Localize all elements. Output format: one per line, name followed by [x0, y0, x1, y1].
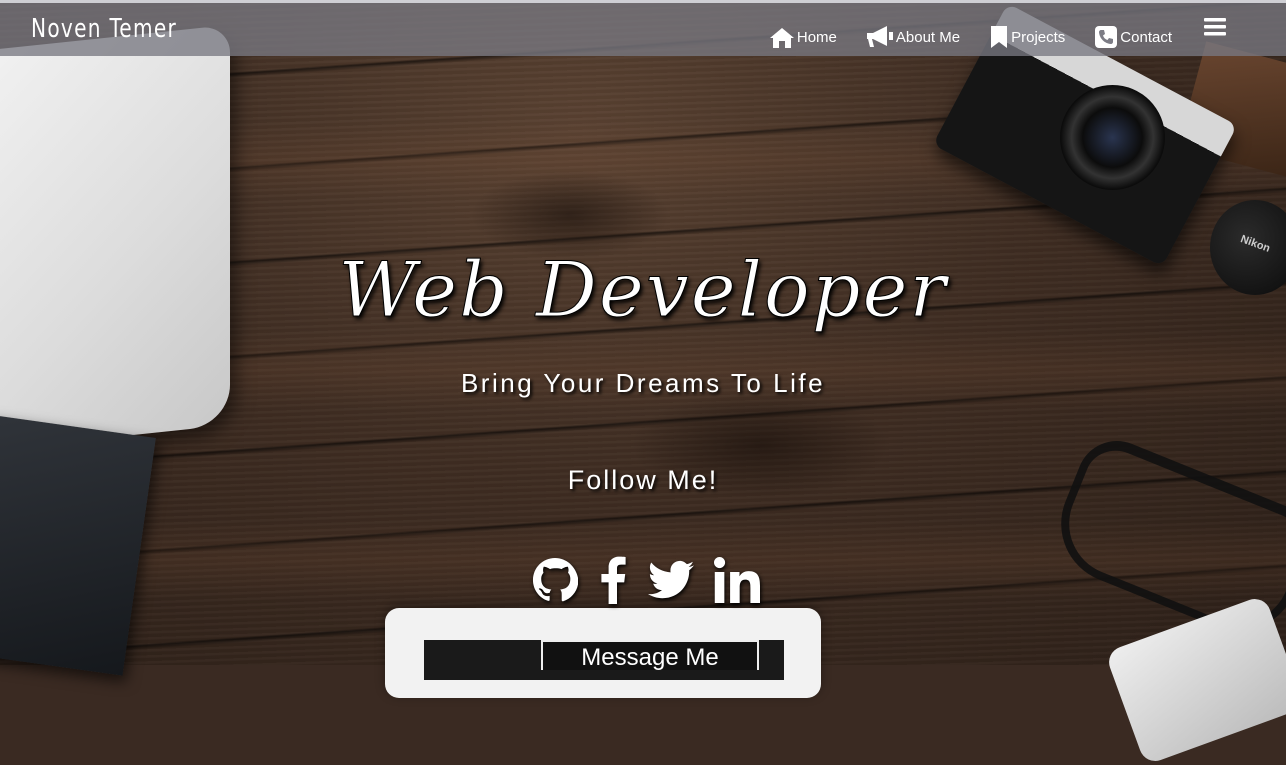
hamburger-menu-icon	[1204, 18, 1226, 36]
nav-item-about[interactable]: About Me	[866, 12, 961, 48]
hamburger-menu-button[interactable]	[1204, 17, 1226, 42]
nav-item-contact[interactable]: Contact	[1095, 12, 1172, 48]
nav-item-home-label: Home	[796, 28, 837, 46]
hero-subtitle: Bring Your Dreams To Life	[460, 368, 826, 398]
nav-item-projects[interactable]: Projects	[990, 12, 1065, 48]
hero-title: Web Developer	[338, 245, 948, 335]
site-brand[interactable]: Noven Temer	[31, 14, 177, 44]
nav-item-home[interactable]: Home	[769, 12, 837, 48]
social-links	[532, 556, 760, 604]
nav-item-contact-label: Contact	[1120, 28, 1172, 46]
top-navbar: Noven Temer Home About Me Projects Conta…	[0, 0, 1286, 56]
message-me-button[interactable]: Message Me	[541, 640, 759, 671]
camera-lens-image	[1060, 85, 1165, 190]
nav-item-projects-label: Projects	[1011, 28, 1066, 46]
twitter-icon[interactable]	[648, 560, 694, 600]
bookmark-icon	[991, 25, 1008, 48]
linkedin-icon[interactable]	[714, 557, 760, 603]
home-icon	[769, 27, 794, 48]
facebook-icon[interactable]	[598, 556, 628, 604]
phone-icon	[1095, 25, 1118, 48]
nav-item-about-label: About Me	[895, 28, 961, 46]
megaphone-icon	[866, 25, 893, 47]
github-icon[interactable]	[532, 557, 578, 603]
nav-menu: Home About Me Projects Contact	[769, 3, 1286, 56]
follow-heading: Follow Me!	[567, 465, 719, 495]
